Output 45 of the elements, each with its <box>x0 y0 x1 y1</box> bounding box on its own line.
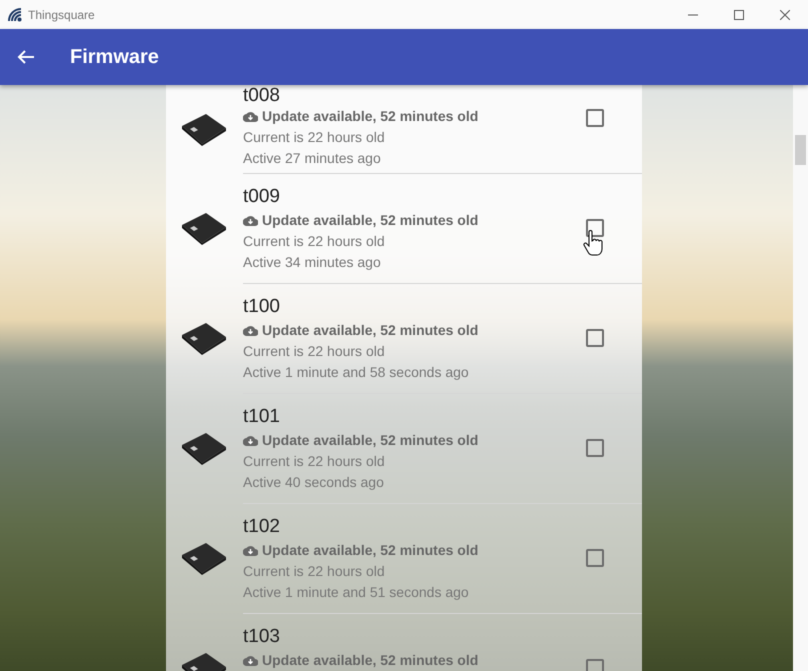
last-active: Active 1 minute and 51 seconds ago <box>243 583 469 602</box>
update-status: Update available, 52 minutes old <box>262 107 478 126</box>
cloud-download-icon <box>243 545 258 556</box>
window-title: Thingsquare <box>28 8 95 22</box>
last-active: Active 27 minutes ago <box>243 149 381 168</box>
cloud-download-icon <box>243 655 258 666</box>
update-status: Update available, 52 minutes old <box>262 541 478 560</box>
maximize-icon <box>734 10 744 20</box>
chip-icon <box>180 541 228 575</box>
update-status: Update available, 52 minutes old <box>262 651 478 670</box>
current-age: Current is 22 hours old <box>243 452 385 471</box>
device-name: t009 <box>243 185 280 209</box>
chip-icon <box>180 112 228 146</box>
signal-logo-icon <box>8 8 22 22</box>
current-age: Current is 22 hours old <box>243 342 385 361</box>
scrollbar[interactable] <box>793 85 808 671</box>
cloud-download-icon <box>243 435 258 446</box>
device-name: t100 <box>243 295 280 319</box>
current-age: Current is 22 hours old <box>243 232 385 251</box>
device-name: t102 <box>243 515 280 539</box>
last-active: Active 40 seconds ago <box>243 473 384 492</box>
select-checkbox[interactable] <box>586 439 604 457</box>
cloud-download-icon <box>243 111 258 122</box>
chip-icon <box>180 321 228 355</box>
select-checkbox[interactable] <box>586 109 604 127</box>
cloud-download-icon <box>243 325 258 336</box>
update-status: Update available, 52 minutes old <box>262 321 478 340</box>
current-age: Current is 22 hours old <box>243 128 385 147</box>
update-status: Update available, 52 minutes old <box>262 211 478 230</box>
cloud-download-icon <box>243 215 258 226</box>
device-name: t103 <box>243 625 280 649</box>
select-checkbox[interactable] <box>586 549 604 567</box>
page-title: Firmware <box>70 46 159 68</box>
back-arrow-icon <box>17 49 35 65</box>
device-name: t101 <box>243 405 280 429</box>
last-active: Active 1 minute and 58 seconds ago <box>243 363 469 382</box>
chip-icon <box>180 211 228 245</box>
update-status: Update available, 52 minutes old <box>262 431 478 450</box>
close-icon <box>780 10 790 20</box>
chip-icon <box>180 431 228 465</box>
last-active: Active 34 minutes ago <box>243 253 381 272</box>
select-checkbox[interactable] <box>586 329 604 347</box>
current-age: Current is 22 hours old <box>243 562 385 581</box>
hand-pointer-icon <box>583 230 603 256</box>
device-name: t008 <box>243 86 280 106</box>
